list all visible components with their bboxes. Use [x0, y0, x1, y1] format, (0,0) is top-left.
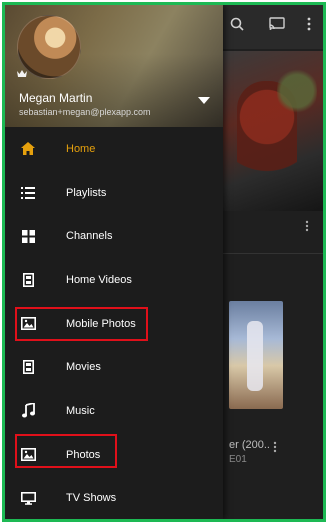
menu-item-label: Home Videos	[66, 273, 132, 286]
menu-item-label: Playlists	[66, 186, 107, 199]
divider	[217, 253, 323, 254]
menu-item-label: TV Shows	[66, 492, 117, 505]
menu-item-photos[interactable]: Photos	[5, 433, 223, 477]
menu-item-label: Music	[66, 404, 95, 417]
film-icon	[19, 271, 37, 289]
more-vertical-icon[interactable]	[273, 441, 277, 456]
screenshot-frame: er (200.. E01 Megan Martin sebastian+meg…	[2, 2, 326, 522]
poster-subtitle: E01	[229, 454, 247, 465]
list-icon	[19, 184, 37, 202]
music-note-icon	[19, 402, 37, 420]
poster-title: er (200..	[229, 439, 270, 451]
more-vertical-icon[interactable]	[305, 219, 309, 235]
menu-item-label: Movies	[66, 361, 101, 374]
home-icon	[19, 140, 37, 158]
poster-figure	[247, 321, 263, 391]
navigation-drawer: Megan Martin sebastian+megan@plexapp.com…	[5, 5, 223, 519]
menu-item-home-videos[interactable]: Home Videos	[5, 258, 223, 302]
menu-item-label: Mobile Photos	[66, 317, 136, 330]
crown-icon	[17, 69, 27, 80]
drawer-menu: Home Playlists Channels Home Videos Mobi…	[5, 127, 223, 520]
image-icon	[19, 446, 37, 464]
menu-item-label: Photos	[66, 448, 101, 461]
film-icon	[19, 358, 37, 376]
menu-item-home[interactable]: Home	[5, 127, 223, 171]
hero-figure-secondary	[277, 61, 317, 121]
more-vertical-icon[interactable]	[299, 17, 319, 36]
menu-item-music[interactable]: Music	[5, 389, 223, 433]
menu-item-label: Channels	[66, 230, 113, 243]
image-icon	[19, 315, 37, 333]
menu-item-tv-shows[interactable]: TV Shows	[5, 477, 223, 520]
hero-artwork[interactable]	[217, 51, 323, 211]
search-icon[interactable]	[227, 17, 247, 36]
cast-icon[interactable]	[267, 17, 287, 36]
account-header[interactable]: Megan Martin sebastian+megan@plexapp.com	[5, 5, 223, 127]
poster-artwork[interactable]	[229, 301, 283, 409]
chevron-down-icon[interactable]	[198, 97, 212, 107]
menu-item-channels[interactable]: Channels	[5, 214, 223, 258]
monitor-icon	[19, 489, 37, 507]
menu-item-label: Home	[66, 142, 96, 155]
grid-icon	[19, 227, 37, 245]
menu-item-movies[interactable]: Movies	[5, 345, 223, 389]
menu-item-mobile-photos[interactable]: Mobile Photos	[5, 302, 223, 346]
user-name: Megan Martin	[19, 91, 93, 105]
user-email: sebastian+megan@plexapp.com	[19, 107, 151, 117]
menu-item-playlists[interactable]: Playlists	[5, 171, 223, 215]
